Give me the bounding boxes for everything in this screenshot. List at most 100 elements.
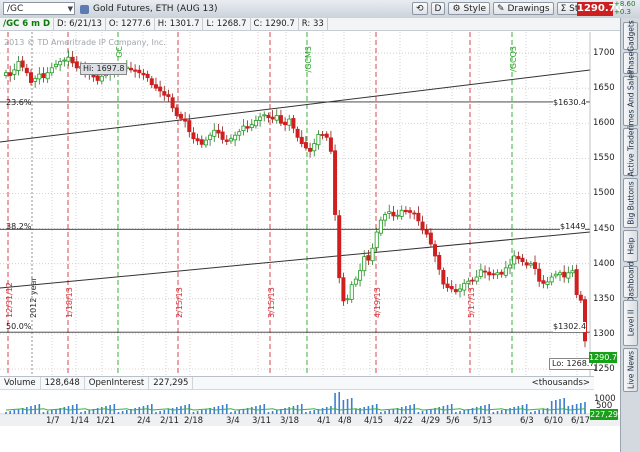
candle-body: [99, 75, 104, 82]
candle-body: [408, 210, 413, 213]
side-tab-dashboard[interactable]: Dashboard: [623, 262, 638, 302]
y-tick-label: 1600: [593, 118, 615, 129]
candle-body: [445, 283, 450, 288]
copyright-text: 2013 © TD Ameritrade IP Company, Inc.: [4, 38, 166, 47]
candle-body: [349, 284, 354, 300]
candle-body: [316, 134, 321, 146]
candle-body: [66, 56, 71, 62]
candle-body: [74, 61, 79, 69]
candle-body: [353, 278, 358, 285]
event-label: /GCM3: [304, 46, 313, 72]
candle-body: [403, 209, 408, 213]
candle-body: [253, 120, 258, 127]
candle-body: [41, 73, 46, 79]
symbol-input[interactable]: /GC ▼: [3, 2, 75, 15]
timeframe-label: D: [434, 4, 442, 14]
style-button[interactable]: ⚙ Style: [448, 2, 491, 15]
fib-38-value: $1449: [560, 222, 586, 232]
candle-body: [570, 270, 575, 274]
chart-toolbar: /GC ▼ Gold Futures, ETH (AUG 13) ⟲ D ⚙ S…: [0, 0, 640, 19]
candle-body: [216, 129, 221, 134]
y-tick-label: 1700: [593, 48, 615, 59]
side-tab-level-ii[interactable]: Level II: [623, 300, 638, 346]
candle-body: [345, 298, 350, 301]
drawings-button[interactable]: ✎ Drawings: [493, 2, 554, 15]
side-tab-times-and-sales[interactable]: Times And Sales: [623, 70, 638, 132]
side-tab-label: Help: [626, 237, 635, 255]
candle-body: [33, 77, 38, 82]
candle-body: [474, 276, 479, 282]
candle-body: [145, 73, 150, 79]
side-tab-label: Active Trader: [626, 127, 635, 177]
y-tick-label: 1300: [593, 328, 615, 339]
y-tick-label: 1650: [593, 83, 615, 94]
candle-body: [524, 262, 529, 266]
gear-icon: ⚙: [452, 4, 461, 14]
y-tick-label: 1350: [593, 293, 615, 304]
volume-tick-500: 500: [596, 401, 613, 411]
candle-body: [203, 139, 208, 146]
link-button[interactable]: ⟲: [412, 2, 428, 15]
candle-body: [266, 115, 271, 119]
volume-value: 128,648: [41, 377, 85, 389]
candle-body: [20, 60, 25, 68]
volume-header: Volume 128,648 OpenInterest 227,295 <tho…: [0, 376, 594, 390]
high-bubble: Hi: 1697.8: [80, 63, 128, 75]
candle-body: [483, 270, 488, 273]
candle-body: [191, 132, 196, 140]
chart-high: H: 1301.7: [155, 18, 204, 30]
candle-body: [383, 214, 388, 221]
fib-23-value: $1630.4: [553, 98, 587, 108]
candle-body: [128, 67, 133, 71]
candle-body: [487, 271, 492, 276]
candle-body: [12, 69, 17, 75]
candle-body: [137, 69, 142, 74]
candle-body: [228, 138, 233, 142]
candle-body: [153, 84, 158, 89]
side-tab-label: Live News: [626, 351, 635, 389]
x-tick-label: 2/11: [160, 416, 180, 426]
candle-body: [308, 147, 313, 152]
y-tick-label: 1500: [593, 188, 615, 199]
x-tick-label: 4/29: [421, 416, 441, 426]
chart-symbol-period[interactable]: /GC 6 m D: [0, 18, 55, 30]
change-percent: +0.3: [614, 8, 631, 16]
side-tab-live-news[interactable]: Live News: [623, 348, 638, 392]
timeframe-button[interactable]: D: [430, 2, 446, 15]
candle-body: [520, 257, 525, 262]
y-tick-label: 1450: [593, 223, 615, 234]
candle-body: [441, 270, 446, 285]
candle-body: [378, 219, 383, 234]
candle-body: [241, 125, 246, 131]
side-tab-help[interactable]: Help: [623, 230, 638, 262]
candle-body: [287, 118, 292, 126]
candle-body: [433, 244, 438, 257]
candle-body: [528, 263, 533, 266]
candle-body: [174, 107, 179, 116]
chart-date: D: 6/21/13: [54, 18, 106, 30]
event-label: 12/31/12: [5, 282, 14, 318]
chart-panel[interactable]: 12/31/12 2012 year 1/18/13 GC 2/15/13 3/15/13…: [0, 18, 623, 452]
candle-body: [366, 255, 371, 261]
chevron-down-icon[interactable]: ▼: [68, 4, 73, 14]
x-tick-label: 5/6: [446, 416, 460, 426]
candle-body: [516, 256, 521, 260]
x-tick-label: 4/15: [364, 416, 384, 426]
candle-body: [395, 214, 400, 217]
candle-body: [141, 72, 146, 76]
side-tab-gadgets[interactable]: Gadgets: [623, 20, 638, 52]
candle-body: [541, 280, 546, 284]
volume-label: Volume: [0, 377, 41, 389]
candle-body: [424, 229, 429, 235]
candle-body: [391, 211, 396, 217]
side-tab-active-trader[interactable]: Active Trader: [623, 127, 638, 177]
candle-body: [495, 272, 500, 276]
candle-body: [387, 211, 392, 214]
candle-body: [37, 73, 42, 80]
candle-body: [362, 256, 367, 272]
candle-body: [583, 299, 588, 342]
candle-body: [328, 137, 333, 152]
candle-body: [578, 294, 583, 301]
candle-body: [499, 271, 504, 275]
side-tab-big-buttons[interactable]: Big Buttons: [623, 178, 638, 228]
